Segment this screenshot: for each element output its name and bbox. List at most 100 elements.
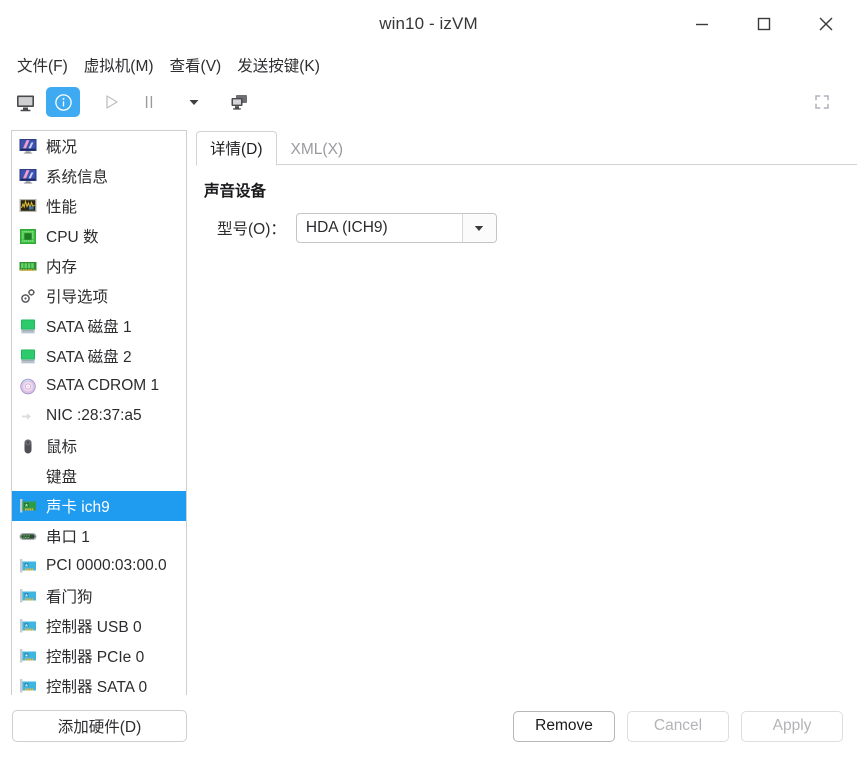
disk-icon: [21, 349, 35, 363]
pci-card-icon: [20, 558, 36, 572]
hardware-item-15[interactable]: 看门狗: [12, 581, 186, 611]
sidebar-container: 概况系统信息性能 CPU 数内存引导选项 SATA 磁盘 1 SATA 磁盘 2 SAT…: [0, 123, 187, 710]
chevron-down-icon: [475, 226, 484, 231]
main-panel: 详情(D) XML(X) 声音设备 型号(O)： HDA (ICH9): [187, 123, 857, 699]
pause-button[interactable]: [132, 87, 166, 117]
model-select[interactable]: HDA (ICH9): [295, 213, 497, 243]
hardware-item-5[interactable]: 引导选项: [12, 281, 186, 311]
hardware-item-13[interactable]: 串口 1: [12, 521, 186, 551]
menu-file[interactable]: 文件(F): [9, 51, 76, 79]
hardware-item-0[interactable]: 概况: [12, 131, 186, 161]
play-icon: [106, 95, 118, 109]
hardware-item-4[interactable]: 内存: [12, 251, 186, 281]
hardware-item-label: CPU 数: [46, 229, 99, 246]
hardware-item-1[interactable]: 系统信息: [12, 161, 186, 191]
close-icon: [819, 17, 833, 31]
hardware-item-label: 控制器 SATA 0: [46, 679, 148, 696]
none-icon: [17, 466, 39, 486]
hardware-item-6[interactable]: SATA 磁盘 1: [12, 311, 186, 341]
pci-card-icon: [17, 616, 39, 636]
run-button[interactable]: [94, 87, 128, 117]
hardware-item-14[interactable]: PCI 0000:03:00.0: [12, 551, 186, 581]
remove-button[interactable]: Remove: [513, 710, 615, 742]
hardware-item-12[interactable]: 声卡 ich9: [12, 491, 186, 521]
pause-icon: [145, 96, 153, 108]
hardware-item-label: 看门狗: [46, 589, 93, 606]
hardware-list[interactable]: 概况系统信息性能 CPU 数内存引导选项 SATA 磁盘 1 SATA 磁盘 2 SAT…: [11, 130, 187, 710]
hardware-item-2[interactable]: 性能: [12, 191, 186, 221]
performance-icon: [17, 196, 39, 216]
info-icon: [54, 93, 72, 111]
serial-port-icon: [17, 526, 39, 546]
hardware-item-7[interactable]: SATA 磁盘 2: [12, 341, 186, 371]
hardware-item-label: 控制器 USB 0: [46, 619, 142, 636]
model-select-arrow[interactable]: [461, 214, 496, 242]
menu-virtual-machine[interactable]: 虚拟机(M): [76, 51, 162, 79]
menu-view[interactable]: 查看(V): [162, 51, 230, 79]
memory-icon: [17, 256, 39, 276]
close-button[interactable]: [795, 0, 857, 48]
overview-icon: [19, 168, 37, 184]
console-view-button[interactable]: [8, 87, 42, 117]
clone-icon: [231, 94, 247, 110]
pci-card-icon: [17, 646, 39, 666]
tab-xml[interactable]: XML(X): [277, 135, 358, 165]
hardware-item-11[interactable]: 键盘: [12, 461, 186, 491]
toolbar: [0, 81, 857, 123]
pci-card-icon: [17, 586, 39, 606]
chevron-down-icon: [189, 100, 199, 105]
monitor-icon: [16, 95, 34, 111]
hardware-item-label: 控制器 PCIe 0: [46, 649, 145, 666]
content-area: 概况系统信息性能 CPU 数内存引导选项 SATA 磁盘 1 SATA 磁盘 2 SAT…: [0, 123, 857, 710]
hardware-item-10[interactable]: 鼠标: [12, 431, 186, 461]
hardware-item-8[interactable]: SATA CDROM 1: [12, 371, 186, 401]
hardware-item-label: 概况: [46, 139, 78, 156]
tab-details[interactable]: 详情(D): [196, 131, 277, 166]
hardware-item-16[interactable]: 控制器 USB 0: [12, 611, 186, 641]
network-icon: [22, 412, 31, 420]
serial-port-icon: [19, 532, 37, 540]
add-hardware-button[interactable]: 添加硬件(D): [12, 710, 187, 742]
hardware-item-label: PCI 0000:03:00.0: [46, 557, 167, 574]
hardware-item-label: 性能: [46, 199, 78, 216]
hardware-item-9[interactable]: NIC :28:37:a5: [12, 401, 186, 431]
hardware-item-3[interactable]: CPU 数: [12, 221, 186, 251]
shutdown-dropdown-button[interactable]: [180, 87, 208, 117]
fullscreen-button[interactable]: [805, 87, 839, 117]
toolbar-right-group: [805, 81, 843, 123]
footer: 添加硬件(D) Remove Cancel Apply: [0, 695, 857, 757]
model-label: 型号(O)：: [217, 221, 286, 238]
hardware-item-label: SATA CDROM 1: [46, 377, 160, 394]
hardware-item-label: 串口 1: [46, 529, 90, 546]
details-view-button[interactable]: [46, 87, 80, 117]
fullscreen-icon: [815, 95, 829, 109]
hardware-item-17[interactable]: 控制器 PCIe 0: [12, 641, 186, 671]
snapshot-button[interactable]: [222, 87, 256, 117]
pci-card-icon: [20, 648, 36, 662]
boot-options-icon: [17, 286, 39, 306]
window-title: win10 - izVM: [379, 14, 478, 33]
pci-card-green-icon: [20, 498, 36, 512]
hardware-item-label: 键盘: [46, 469, 78, 486]
hardware-item-label: 鼠标: [46, 439, 78, 456]
model-select-value: HDA (ICH9): [305, 219, 388, 236]
minimize-button[interactable]: [671, 0, 733, 48]
memory-icon: [19, 261, 37, 271]
hardware-item-label: 内存: [46, 259, 78, 276]
hardware-item-label: 引导选项: [46, 289, 109, 306]
cpu-icon: [17, 226, 39, 246]
disk-icon: [17, 316, 39, 336]
hardware-item-label: SATA 磁盘 2: [46, 349, 132, 366]
pci-card-icon: [17, 556, 39, 576]
pci-card-icon: [20, 588, 36, 602]
mouse-icon: [17, 436, 39, 456]
window-controls: [671, 0, 857, 48]
tabbar: 详情(D) XML(X): [196, 131, 857, 166]
cancel-button: Cancel: [627, 710, 729, 742]
maximize-button[interactable]: [733, 0, 795, 48]
network-icon: [17, 406, 39, 426]
disk-icon: [21, 319, 35, 333]
disk-icon: [17, 346, 39, 366]
pci-card-icon: [20, 618, 36, 632]
menu-send-key[interactable]: 发送按键(K): [229, 51, 328, 79]
